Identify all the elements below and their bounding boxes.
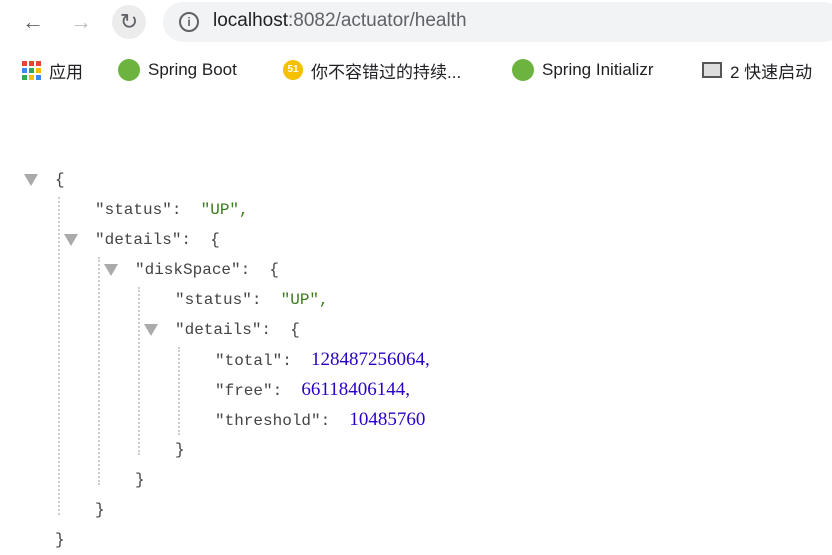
reload-button[interactable]: ↻ bbox=[112, 5, 146, 39]
indent-guide bbox=[178, 347, 180, 435]
bookmark-label: 2 快速启动 bbox=[730, 62, 813, 82]
bookmark-label: Spring Boot bbox=[148, 60, 237, 79]
json-row-disk-details: "details": { bbox=[175, 321, 300, 339]
json-brace: { bbox=[55, 171, 65, 189]
apps-grid-icon bbox=[22, 60, 41, 80]
url-text[interactable]: localhost:8082/actuator/health bbox=[213, 10, 467, 32]
json-row-threshold: "threshold": 10485760 bbox=[215, 409, 426, 430]
collapse-toggle-icon[interactable] bbox=[24, 174, 38, 186]
json-row-free: "free": 66118406144, bbox=[215, 379, 410, 400]
collapse-toggle-icon[interactable] bbox=[144, 324, 158, 336]
bookmark-spring-initializr[interactable]: Spring Initializr bbox=[512, 58, 654, 82]
bookmark-label: Spring Initializr bbox=[542, 60, 654, 79]
bookmark-quickstart[interactable]: 2 快速启动 bbox=[702, 58, 812, 82]
back-button[interactable]: ← bbox=[16, 5, 50, 39]
json-row-total: "total": 128487256064, bbox=[215, 349, 430, 370]
collapse-toggle-icon[interactable] bbox=[104, 264, 118, 276]
json-row-disk-status: "status": "UP", bbox=[175, 291, 329, 309]
info-icon[interactable]: i bbox=[179, 12, 199, 32]
json-brace: } bbox=[55, 531, 65, 549]
bookmark-spring-boot[interactable]: Spring Boot bbox=[118, 58, 237, 82]
bookmark-apps[interactable]: 应用 bbox=[22, 58, 83, 82]
indent-guide bbox=[98, 257, 100, 485]
forward-button[interactable]: → bbox=[64, 5, 98, 39]
bookmark-51[interactable]: 51 你不容错过的持续... bbox=[283, 58, 461, 82]
browser-toolbar: ← → ↻ i localhost:8082/actuator/health bbox=[0, 0, 832, 44]
51-badge-icon: 51 bbox=[283, 60, 303, 80]
json-brace: } bbox=[175, 441, 185, 459]
indent-guide bbox=[138, 287, 140, 455]
spring-leaf-icon bbox=[118, 59, 140, 81]
json-brace: } bbox=[135, 471, 145, 489]
spring-leaf-icon bbox=[512, 59, 534, 81]
json-row-diskspace: "diskSpace": { bbox=[135, 261, 280, 279]
json-row-status: "status": "UP", bbox=[95, 201, 249, 219]
json-row-details: "details": { bbox=[95, 231, 220, 249]
bookmark-label: 应用 bbox=[49, 62, 83, 82]
json-brace: } bbox=[95, 501, 105, 519]
collapse-toggle-icon[interactable] bbox=[64, 234, 78, 246]
book-icon bbox=[702, 62, 722, 78]
bookmark-label: 你不容错过的持续... bbox=[311, 62, 462, 82]
indent-guide bbox=[58, 197, 60, 515]
